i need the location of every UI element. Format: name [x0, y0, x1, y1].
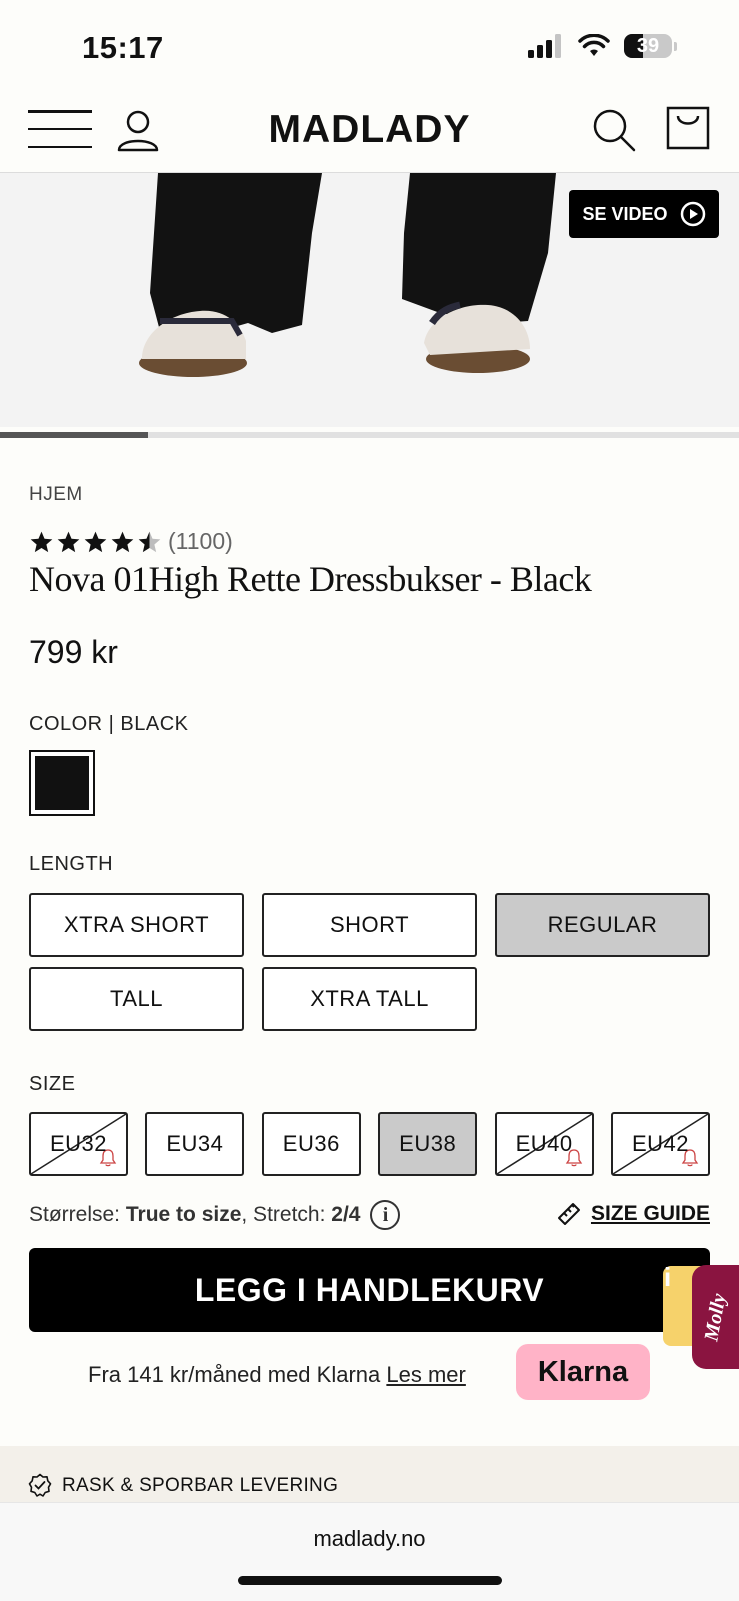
home-indicator[interactable] — [238, 1576, 502, 1585]
klarna-badge: Klarna — [516, 1344, 650, 1400]
star-icon — [84, 531, 107, 553]
length-option-tall[interactable]: TALL — [29, 967, 244, 1031]
size-option-eu34[interactable]: EU34 — [145, 1112, 245, 1176]
length-option-regular[interactable]: REGULAR — [495, 893, 710, 957]
klarna-text: Fra 141 kr/måned med Klarna — [88, 1362, 387, 1387]
breadcrumb[interactable]: HJEM — [29, 484, 83, 506]
size-option-eu32[interactable]: EU32 — [29, 1112, 128, 1176]
size-option-label: EU40 — [515, 1131, 573, 1156]
color-swatch-black[interactable] — [29, 750, 95, 816]
length-option-xtra-tall[interactable]: XTRA TALL — [262, 967, 477, 1031]
size-option-label: EU38 — [399, 1131, 457, 1156]
see-video-button[interactable]: SE VIDEO — [569, 190, 719, 238]
ruler-icon — [557, 1203, 580, 1225]
stretch-label: , Stretch: — [241, 1203, 332, 1226]
review-count[interactable]: (1100) — [168, 528, 233, 555]
site-header: MADLADY — [0, 86, 739, 173]
length-option-label: XTRA SHORT — [63, 912, 210, 937]
star-icon — [30, 531, 53, 553]
size-fit-label: Størrelse: — [29, 1203, 126, 1226]
star-icon — [111, 531, 134, 553]
length-option-label: XTRA TALL — [310, 986, 429, 1011]
signal-icon — [528, 34, 561, 58]
add-to-cart-button[interactable]: LEGG I HANDLEKURV — [29, 1248, 710, 1332]
size-option-eu38[interactable]: EU38 — [378, 1112, 478, 1176]
length-option-label: TALL — [110, 986, 163, 1011]
size-guide-link[interactable]: SIZE GUIDE — [555, 1200, 710, 1228]
delivery-text: RASK & SPORBAR LEVERING — [62, 1475, 339, 1496]
size-option-eu36[interactable]: EU36 — [261, 1112, 361, 1176]
info-icon[interactable]: i — [370, 1200, 401, 1230]
product-title: Nova 01High Rette Dressbukser - Black — [29, 559, 592, 599]
molly-chat-button[interactable]: Molly — [692, 1265, 739, 1369]
size-option-label: EU32 — [49, 1131, 108, 1156]
length-option-short[interactable]: SHORT — [262, 893, 477, 957]
length-option-xtra-short[interactable]: XTRA SHORT — [29, 893, 244, 957]
size-option-label: EU36 — [282, 1131, 340, 1156]
klarna-info: Fra 141 kr/måned med Klarna Les mer — [88, 1362, 466, 1388]
color-label: COLOR | BLACK — [29, 713, 189, 735]
length-label: LENGTH — [29, 853, 114, 875]
size-option-label: EU34 — [166, 1131, 224, 1156]
status-icons: 39 — [528, 34, 677, 58]
fit-info: Størrelse: True to size, Stretch: 2/4 i — [29, 1200, 401, 1230]
length-option-label: REGULAR — [547, 912, 658, 937]
cart-icon[interactable] — [666, 104, 710, 150]
product-price: 799 kr — [29, 634, 118, 670]
wifi-icon — [578, 34, 610, 56]
size-option-eu40[interactable]: EU40 — [494, 1112, 594, 1176]
chat-widget-letter: i — [664, 1262, 672, 1292]
rating-stars[interactable] — [29, 530, 162, 555]
size-fit-value: True to size — [125, 1203, 242, 1226]
search-icon[interactable] — [592, 108, 636, 152]
browser-url[interactable]: madlady.no — [0, 1526, 739, 1552]
size-option-label: EU42 — [631, 1131, 690, 1156]
badge-check-icon — [28, 1473, 52, 1497]
gallery-progress — [0, 432, 739, 438]
play-icon — [680, 201, 705, 227]
stretch-value: 2/4 — [331, 1203, 361, 1226]
klarna-read-more-link[interactable]: Les mer — [386, 1362, 465, 1387]
status-time: 15:17 — [82, 30, 164, 65]
size-option-eu42[interactable]: EU42 — [611, 1112, 710, 1176]
star-icon — [138, 531, 161, 553]
battery-icon: 39 — [624, 34, 672, 58]
star-icon — [57, 531, 80, 553]
size-label: SIZE — [29, 1073, 76, 1095]
length-option-label: SHORT — [329, 912, 410, 937]
